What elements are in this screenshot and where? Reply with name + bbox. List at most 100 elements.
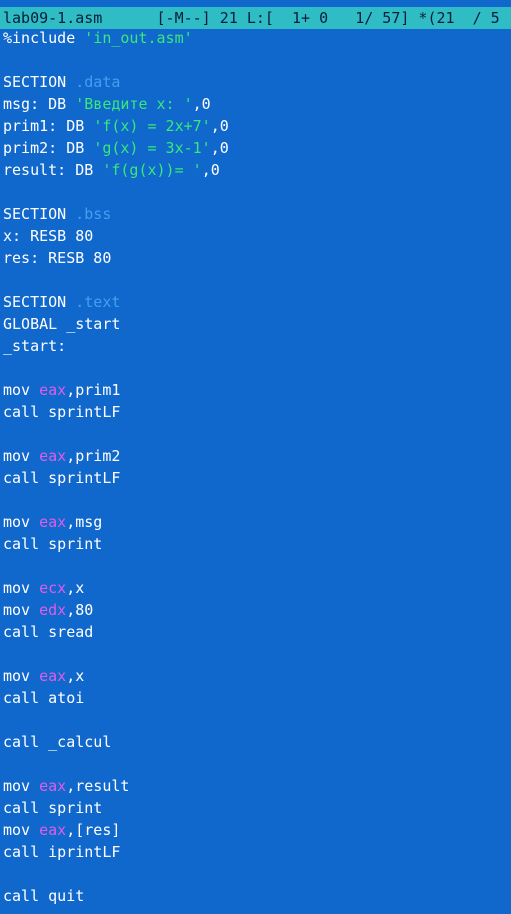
string-literal: 'f(g(x))= ' bbox=[102, 161, 202, 179]
code-line[interactable]: SECTION .text bbox=[3, 291, 511, 313]
code-line[interactable]: x: RESB 80 bbox=[3, 225, 511, 247]
code-line[interactable]: call sprintLF bbox=[3, 467, 511, 489]
code-line[interactable] bbox=[3, 423, 511, 445]
code-token: SECTION bbox=[3, 73, 76, 91]
code-line[interactable]: SECTION .bss bbox=[3, 203, 511, 225]
code-token: ,[res] bbox=[66, 821, 121, 839]
string-literal: 'in_out.asm' bbox=[84, 29, 193, 47]
code-token: %include bbox=[3, 29, 85, 47]
code-token: ,msg bbox=[66, 513, 103, 531]
code-line[interactable] bbox=[3, 863, 511, 885]
code-line[interactable] bbox=[3, 753, 511, 775]
code-token: call atoi bbox=[3, 689, 85, 707]
code-token: mov bbox=[3, 447, 40, 465]
code-token: mov bbox=[3, 777, 40, 795]
code-token: msg: DB bbox=[3, 95, 76, 113]
register-name: ecx bbox=[39, 579, 67, 597]
code-line[interactable] bbox=[3, 709, 511, 731]
register-name: eax bbox=[39, 381, 67, 399]
code-line[interactable]: GLOBAL _start bbox=[3, 313, 511, 335]
code-line[interactable]: call quit bbox=[3, 885, 511, 907]
register-name: edx bbox=[39, 601, 67, 619]
code-line[interactable] bbox=[3, 643, 511, 665]
code-line[interactable]: mov ecx,x bbox=[3, 577, 511, 599]
code-token: call iprintLF bbox=[3, 843, 121, 861]
code-line[interactable]: mov eax,result bbox=[3, 775, 511, 797]
code-token: ,prim2 bbox=[66, 447, 121, 465]
code-line[interactable]: mov eax,prim1 bbox=[3, 379, 511, 401]
code-line[interactable] bbox=[3, 49, 511, 71]
code-token: SECTION bbox=[3, 205, 76, 223]
code-line[interactable]: mov eax,msg bbox=[3, 511, 511, 533]
code-token: mov bbox=[3, 579, 40, 597]
status-bar: lab09-1.asm [-M--] 21 L:[ 1+ 0 1/ 57] *(… bbox=[0, 7, 511, 29]
status-info: [-M--] 21 L:[ 1+ 0 1/ 57] *(21 / 5 bbox=[102, 9, 500, 27]
text-editor[interactable]: lab09-1.asm [-M--] 21 L:[ 1+ 0 1/ 57] *(… bbox=[0, 0, 511, 914]
string-literal: 'g(x) = 3x-1' bbox=[93, 139, 211, 157]
code-line[interactable]: mov edx,80 bbox=[3, 599, 511, 621]
code-line[interactable] bbox=[3, 357, 511, 379]
code-token: GLOBAL _start bbox=[3, 315, 121, 333]
code-token: ,0 bbox=[210, 117, 229, 135]
code-token: ,x bbox=[66, 667, 85, 685]
code-token: call sprint bbox=[3, 799, 103, 817]
code-line[interactable]: result: DB 'f(g(x))= ',0 bbox=[3, 159, 511, 181]
code-line[interactable]: call _calcul bbox=[3, 731, 511, 753]
code-line[interactable]: prim1: DB 'f(x) = 2x+7',0 bbox=[3, 115, 511, 137]
code-line[interactable]: res: RESB 80 bbox=[3, 247, 511, 269]
code-token: ,0 bbox=[210, 139, 229, 157]
code-area[interactable]: %include 'in_out.asm' SECTION .data msg: … bbox=[0, 27, 511, 907]
code-line[interactable] bbox=[3, 489, 511, 511]
section-name: .data bbox=[75, 73, 121, 91]
code-token: mov bbox=[3, 821, 40, 839]
code-line[interactable]: call sprintLF bbox=[3, 401, 511, 423]
code-line[interactable]: mov eax,prim2 bbox=[3, 445, 511, 467]
section-name: .bss bbox=[75, 205, 112, 223]
code-token: prim1: DB bbox=[3, 117, 94, 135]
code-line[interactable]: %include 'in_out.asm' bbox=[3, 27, 511, 49]
code-token: call _calcul bbox=[3, 733, 112, 751]
code-line[interactable] bbox=[3, 181, 511, 203]
code-token: call sprintLF bbox=[3, 469, 121, 487]
code-token: ,result bbox=[66, 777, 130, 795]
code-line[interactable]: mov eax,x bbox=[3, 665, 511, 687]
code-line[interactable]: msg: DB 'Введите x: ',0 bbox=[3, 93, 511, 115]
code-token: ,0 bbox=[201, 161, 220, 179]
status-filename: lab09-1.asm bbox=[3, 9, 103, 27]
code-token: mov bbox=[3, 381, 40, 399]
code-token: mov bbox=[3, 513, 40, 531]
code-line[interactable] bbox=[3, 555, 511, 577]
code-token: ,0 bbox=[192, 95, 211, 113]
code-token: x: RESB 80 bbox=[3, 227, 94, 245]
code-line[interactable]: prim2: DB 'g(x) = 3x-1',0 bbox=[3, 137, 511, 159]
code-token: prim2: DB bbox=[3, 139, 94, 157]
code-token: _start: bbox=[3, 337, 67, 355]
register-name: eax bbox=[39, 447, 67, 465]
code-line[interactable]: call atoi bbox=[3, 687, 511, 709]
code-token: mov bbox=[3, 667, 40, 685]
register-name: eax bbox=[39, 667, 67, 685]
code-token: ,x bbox=[66, 579, 85, 597]
code-token: ,80 bbox=[66, 601, 94, 619]
code-line[interactable]: mov eax,[res] bbox=[3, 819, 511, 841]
code-token: call sprint bbox=[3, 535, 103, 553]
string-literal: 'Введите x: ' bbox=[75, 95, 193, 113]
code-token: result: DB bbox=[3, 161, 103, 179]
register-name: eax bbox=[39, 513, 67, 531]
code-line[interactable]: SECTION .data bbox=[3, 71, 511, 93]
code-line[interactable]: call sprint bbox=[3, 533, 511, 555]
register-name: eax bbox=[39, 821, 67, 839]
code-token: ,prim1 bbox=[66, 381, 121, 399]
code-token: call sread bbox=[3, 623, 94, 641]
register-name: eax bbox=[39, 777, 67, 795]
code-token: SECTION bbox=[3, 293, 76, 311]
code-token: mov bbox=[3, 601, 40, 619]
code-token: res: RESB 80 bbox=[3, 249, 112, 267]
code-line[interactable]: call sread bbox=[3, 621, 511, 643]
code-line[interactable]: _start: bbox=[3, 335, 511, 357]
code-line[interactable]: call sprint bbox=[3, 797, 511, 819]
code-token: call sprintLF bbox=[3, 403, 121, 421]
code-line[interactable] bbox=[3, 269, 511, 291]
bottom-edge bbox=[0, 910, 511, 914]
code-line[interactable]: call iprintLF bbox=[3, 841, 511, 863]
